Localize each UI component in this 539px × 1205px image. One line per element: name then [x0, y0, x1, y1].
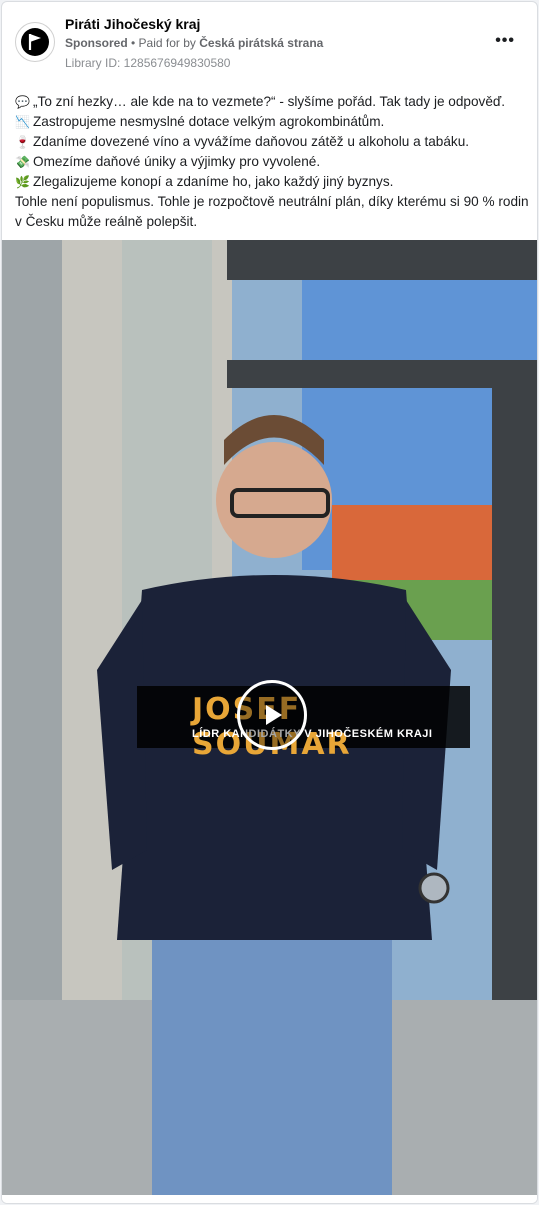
post-text: 💬 „To zní hezky… ale kde na to vezmete?“ … — [15, 92, 530, 232]
chart-down-icon: 📉 — [15, 115, 30, 129]
caption-role: LÍDR KANDIDÁTKY V JIHOČESKÉM KRAJI — [192, 728, 433, 740]
post-line: 💬 „To zní hezky… ale kde na to vezmete?“ … — [15, 92, 530, 112]
video-player[interactable]: JOSEF SOUMAR LÍDR KANDIDÁTKY V JIHOČESKÉ… — [2, 240, 537, 1195]
sponsored-label: Sponsored — [65, 36, 128, 50]
pirate-flag-icon — [21, 28, 49, 56]
post-footer — [2, 1195, 537, 1203]
page-name[interactable]: Piráti Jihočeský kraj — [65, 16, 200, 32]
post-header: Piráti Jihočeský kraj Sponsored • Paid f… — [2, 2, 537, 78]
speech-bubble-icon: 💬 — [15, 95, 30, 109]
more-options-icon[interactable]: ••• — [495, 32, 515, 50]
herb-icon: 🌿 — [15, 175, 30, 189]
money-wings-icon: 💸 — [15, 155, 30, 169]
paid-by-link[interactable]: Česká pirátská strana — [199, 36, 323, 50]
post-line: 🌿 Zlegalizujeme konopí a zdaníme ho, jako… — [15, 172, 530, 192]
post-line: 📉 Zastropujeme nesmyslné dotace velkým ag… — [15, 112, 530, 132]
wine-glass-icon: 🍷 — [15, 135, 30, 149]
line-text: „To zní hezky… ale kde na to vezmete?“ -… — [33, 94, 506, 109]
caption-name: JOSEF SOUMAR — [192, 692, 352, 762]
page-avatar[interactable] — [15, 22, 55, 62]
line-text: Zastropujeme nesmyslné dotace velkým agr… — [33, 114, 385, 129]
line-text: Zlegalizujeme konopí a zdaníme ho, jako … — [33, 174, 394, 189]
line-text: Omezíme daňové úniky a výjimky pro vyvol… — [33, 154, 321, 169]
sponsored-meta: Sponsored • Paid for by Česká pirátská s… — [65, 36, 323, 50]
post-line: 🍷 Zdaníme dovezené víno a vyvážíme daňovo… — [15, 132, 530, 152]
library-id: Library ID: 1285676949830580 — [65, 56, 231, 70]
closing-text: Tohle není populismus. Tohle je rozpočto… — [15, 194, 529, 229]
ad-post-card: Piráti Jihočeský kraj Sponsored • Paid f… — [1, 1, 538, 1204]
line-text: Zdaníme dovezené víno a vyvážíme daňovou… — [33, 134, 470, 149]
play-button[interactable] — [237, 680, 307, 750]
paid-prefix: • Paid for by — [127, 36, 200, 50]
play-icon — [266, 705, 282, 725]
post-line: 💸 Omezíme daňové úniky a výjimky pro vyvo… — [15, 152, 530, 172]
